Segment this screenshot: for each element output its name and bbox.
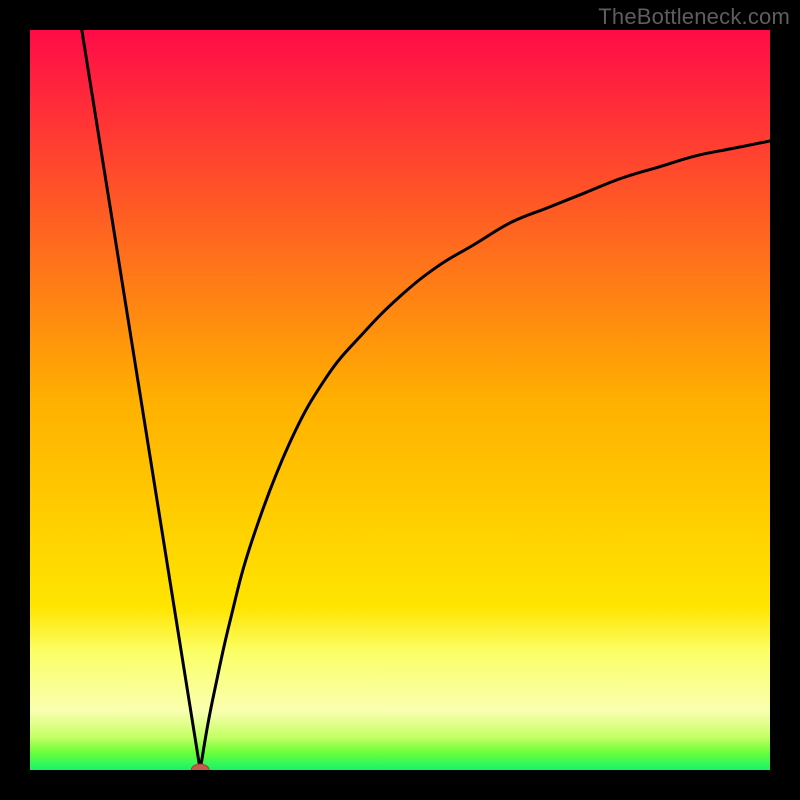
plot-area xyxy=(30,30,770,770)
watermark-label: TheBottleneck.com xyxy=(598,4,790,30)
chart-svg xyxy=(30,30,770,770)
chart-frame: TheBottleneck.com xyxy=(0,0,800,800)
